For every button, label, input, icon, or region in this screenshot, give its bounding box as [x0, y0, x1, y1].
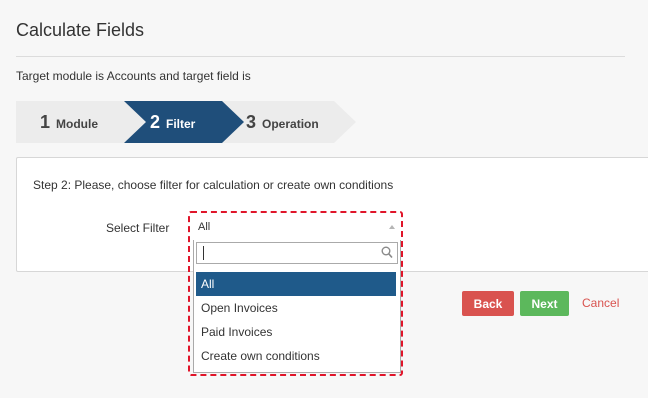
dropdown-options: All Open Invoices Paid Invoices Create o… [196, 272, 396, 368]
text-caret [203, 246, 204, 260]
filter-select-value: All [198, 221, 211, 233]
option-paid-invoices[interactable]: Paid Invoices [196, 320, 396, 344]
next-button[interactable]: Next [520, 291, 569, 316]
target-description: Target module is Accounts and target fie… [16, 69, 251, 83]
select-filter-label: Select Filter [106, 221, 170, 235]
filter-dropdown: All Open Invoices Paid Invoices Create o… [193, 240, 401, 373]
step-1-label: Module [56, 116, 99, 131]
filter-select[interactable]: All [192, 218, 401, 236]
select-arrow-icon [389, 225, 395, 229]
step-2-label: Filter [166, 116, 196, 131]
step-2-number: 2 [150, 111, 161, 132]
step-1-number: 1 [40, 111, 51, 132]
cancel-link[interactable]: Cancel [582, 296, 619, 310]
step-instruction: Step 2: Please, choose filter for calcul… [33, 178, 394, 192]
dropdown-search-input[interactable] [197, 243, 377, 263]
page-title: Calculate Fields [16, 20, 145, 40]
title-divider [16, 56, 625, 57]
dropdown-search-box [196, 242, 398, 264]
option-create-own-conditions[interactable]: Create own conditions [196, 344, 396, 368]
option-all[interactable]: All [196, 272, 396, 296]
step-3-label: Operation [262, 116, 319, 131]
back-button[interactable]: Back [462, 291, 514, 316]
wizard-step-filter[interactable]: 2 Filter [124, 101, 244, 143]
step-3-number: 3 [246, 111, 257, 132]
search-icon [381, 246, 393, 259]
wizard-steps: 1 Module 3 Operation 2 Filter [16, 101, 386, 143]
option-open-invoices[interactable]: Open Invoices [196, 296, 396, 320]
